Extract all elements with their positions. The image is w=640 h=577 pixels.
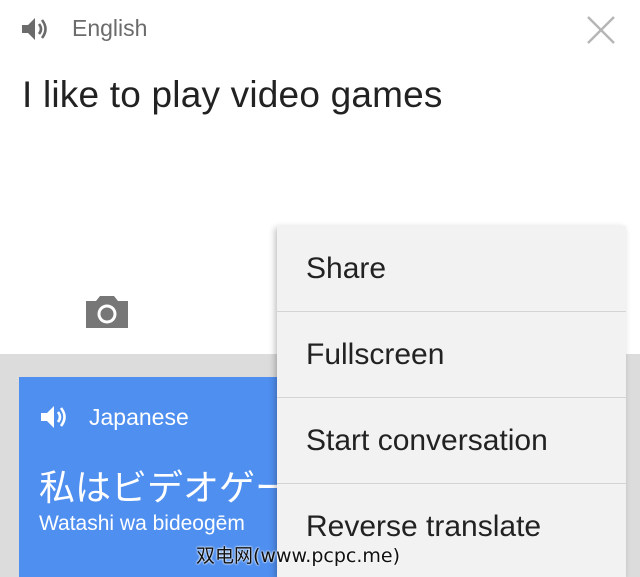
menu-item-share[interactable]: Share <box>277 226 626 312</box>
romanization-text: Watashi wa bideogēm <box>39 512 245 535</box>
speaker-icon[interactable] <box>38 401 70 433</box>
watermark: 双电网(www.pcpc.me) <box>196 545 400 567</box>
close-icon[interactable] <box>584 13 618 47</box>
translated-text: 私はビデオゲー <box>39 468 292 509</box>
menu-item-fullscreen[interactable]: Fullscreen <box>277 312 626 398</box>
target-language-label: Japanese <box>89 404 189 430</box>
menu-item-start-conversation[interactable]: Start conversation <box>277 398 626 484</box>
camera-icon[interactable] <box>84 294 130 330</box>
overflow-menu: Share Fullscreen Start conversation Reve… <box>277 226 626 577</box>
source-language-label[interactable]: English <box>72 15 147 42</box>
source-text-input[interactable]: I like to play video games <box>22 74 443 116</box>
speaker-icon[interactable] <box>19 13 51 45</box>
